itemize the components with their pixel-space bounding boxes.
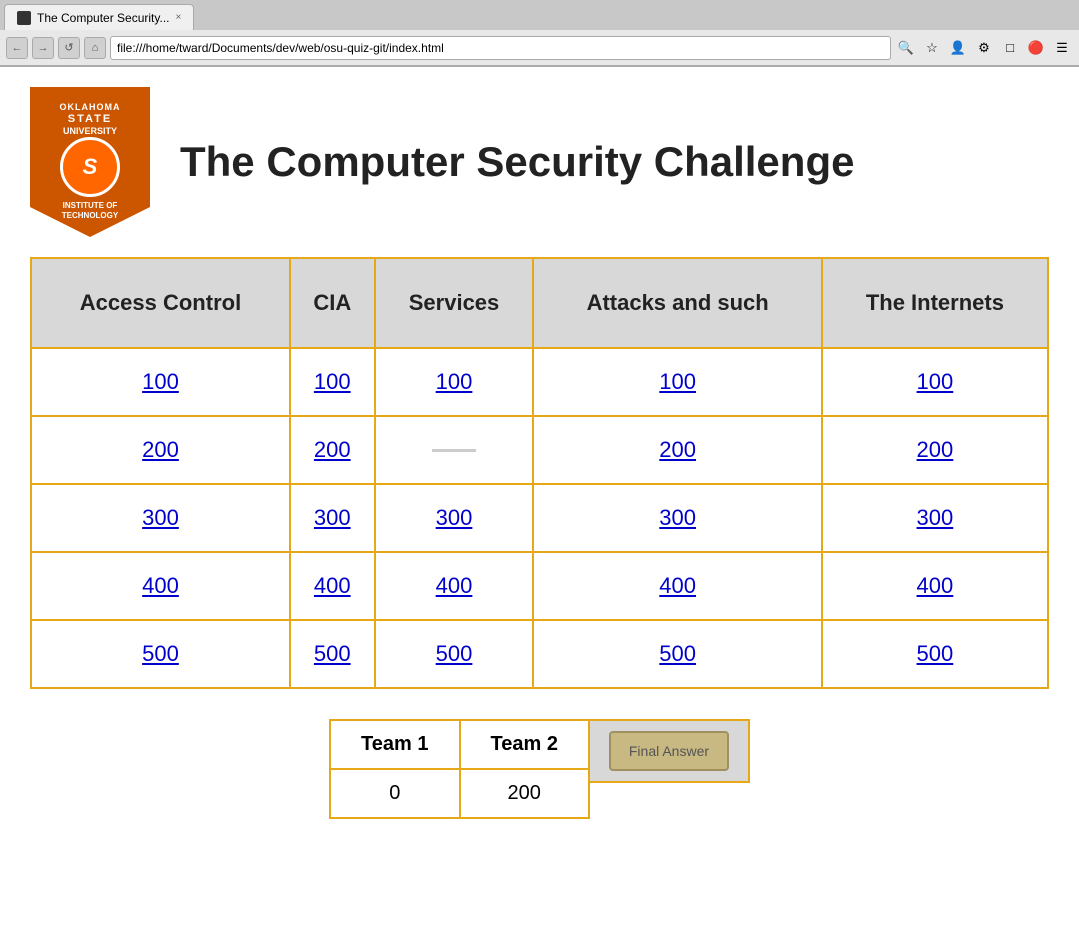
cell-link-r2-c3[interactable]: 300: [659, 505, 696, 530]
col-header-attacks: Attacks and such: [533, 258, 821, 348]
table-row: 100 100 100 100 100: [31, 348, 1048, 416]
header: OKLAHOMA STATE UNIVERSITY S Institute of…: [30, 87, 1049, 237]
col-header-services: Services: [375, 258, 534, 348]
logo-circle: S: [60, 137, 120, 197]
table-row: 400 400 400 400 400: [31, 552, 1048, 620]
table-cell-r1-c4: 200: [822, 416, 1048, 484]
team1-score: 0: [330, 769, 459, 818]
table-cell-r4-c4: 500: [822, 620, 1048, 688]
cell-link-r1-c0[interactable]: 200: [142, 437, 179, 462]
cell-link-r3-c4[interactable]: 400: [917, 573, 954, 598]
team2-header: Team 2: [460, 720, 589, 769]
table-cell-r4-c1: 500: [290, 620, 375, 688]
final-answer-button[interactable]: Final Answer: [609, 731, 729, 771]
cell-link-r0-c2[interactable]: 100: [436, 369, 473, 394]
table-row: 300 300 300 300 300: [31, 484, 1048, 552]
cell-link-r0-c4[interactable]: 100: [917, 369, 954, 394]
table-cell-r2-c1: 300: [290, 484, 375, 552]
cell-link-r3-c0[interactable]: 400: [142, 573, 179, 598]
table-cell-r2-c0: 300: [31, 484, 290, 552]
page-title: The Computer Security Challenge: [180, 138, 854, 186]
cell-link-r4-c1[interactable]: 500: [314, 641, 351, 666]
col-header-internets: The Internets: [822, 258, 1048, 348]
logo-bottom-text: Institute ofTechnology: [62, 201, 118, 222]
home-button[interactable]: ⌂: [84, 37, 106, 59]
tab-favicon: [17, 11, 31, 25]
table-cell-r2-c3: 300: [533, 484, 821, 552]
back-button[interactable]: ←: [6, 37, 28, 59]
logo-osu-text: OKLAHOMA STATE UNIVERSITY: [60, 102, 121, 137]
tab-title: The Computer Security...: [37, 11, 170, 25]
forward-button[interactable]: →: [32, 37, 54, 59]
score-section: Team 1 Team 2 0 200 Final Answer: [30, 719, 1049, 819]
table-cell-r0-c3: 100: [533, 348, 821, 416]
cell-link-r4-c3[interactable]: 500: [659, 641, 696, 666]
table-cell-r3-c2: 400: [375, 552, 534, 620]
tab-close-button[interactable]: ×: [176, 12, 182, 23]
settings-icon[interactable]: ⚙: [973, 37, 995, 59]
cell-link-r2-c0[interactable]: 300: [142, 505, 179, 530]
table-cell-r0-c4: 100: [822, 348, 1048, 416]
table-cell-r0-c0: 100: [31, 348, 290, 416]
active-tab[interactable]: The Computer Security... ×: [4, 4, 194, 30]
page-content: OKLAHOMA STATE UNIVERSITY S Institute of…: [0, 67, 1079, 937]
table-cell-r1-c0: 200: [31, 416, 290, 484]
table-cell-r4-c2: 500: [375, 620, 534, 688]
cell-link-r3-c2[interactable]: 400: [436, 573, 473, 598]
table-cell-r4-c0: 500: [31, 620, 290, 688]
cell-link-r2-c2[interactable]: 300: [436, 505, 473, 530]
table-cell-r4-c3: 500: [533, 620, 821, 688]
menu-icon[interactable]: ☰: [1051, 37, 1073, 59]
table-cell-r3-c0: 400: [31, 552, 290, 620]
final-answer-container: Final Answer: [590, 719, 750, 783]
tab-bar: The Computer Security... ×: [0, 0, 1079, 30]
cell-link-r0-c1[interactable]: 100: [314, 369, 351, 394]
cell-link-r0-c0[interactable]: 100: [142, 369, 179, 394]
bookmark-icon[interactable]: ☆: [921, 37, 943, 59]
table-cell-r2-c2: 300: [375, 484, 534, 552]
cell-link-r1-c1[interactable]: 200: [314, 437, 351, 462]
team2-score: 200: [460, 769, 589, 818]
table-cell-r3-c1: 400: [290, 552, 375, 620]
reload-button[interactable]: ↺: [58, 37, 80, 59]
addon-icon[interactable]: 🔴: [1025, 37, 1047, 59]
cell-link-r1-c3[interactable]: 200: [659, 437, 696, 462]
table-cell-r0-c2: 100: [375, 348, 534, 416]
table-cell-r1-c1: 200: [290, 416, 375, 484]
search-icon[interactable]: 🔍: [895, 37, 917, 59]
cell-disabled-r1-c2: ——: [432, 437, 476, 462]
col-header-access-control: Access Control: [31, 258, 290, 348]
cell-link-r3-c3[interactable]: 400: [659, 573, 696, 598]
table-cell-r2-c4: 300: [822, 484, 1048, 552]
windows-icon[interactable]: □: [999, 37, 1021, 59]
address-bar[interactable]: [110, 36, 891, 60]
table-cell-r0-c1: 100: [290, 348, 375, 416]
cell-link-r2-c4[interactable]: 300: [917, 505, 954, 530]
table-cell-r3-c3: 400: [533, 552, 821, 620]
col-header-cia: CIA: [290, 258, 375, 348]
nav-icons: 🔍 ☆ 👤 ⚙ □ 🔴 ☰: [895, 37, 1073, 59]
table-row: 500 500 500 500 500: [31, 620, 1048, 688]
cell-link-r4-c0[interactable]: 500: [142, 641, 179, 666]
cell-link-r2-c1[interactable]: 300: [314, 505, 351, 530]
jeopardy-table: Access Control CIA Services Attacks and …: [30, 257, 1049, 689]
score-table: Team 1 Team 2 0 200: [329, 719, 590, 819]
table-row: 200 200 —— 200 200: [31, 416, 1048, 484]
team1-header: Team 1: [330, 720, 459, 769]
browser-chrome: The Computer Security... × ← → ↺ ⌂ 🔍 ☆ 👤…: [0, 0, 1079, 67]
cell-link-r3-c1[interactable]: 400: [314, 573, 351, 598]
profile-icon[interactable]: 👤: [947, 37, 969, 59]
table-cell-r3-c4: 400: [822, 552, 1048, 620]
nav-bar: ← → ↺ ⌂ 🔍 ☆ 👤 ⚙ □ 🔴 ☰: [0, 30, 1079, 66]
cell-link-r1-c4[interactable]: 200: [917, 437, 954, 462]
logo: OKLAHOMA STATE UNIVERSITY S Institute of…: [30, 87, 150, 237]
table-cell-r1-c3: 200: [533, 416, 821, 484]
table-header-row: Access Control CIA Services Attacks and …: [31, 258, 1048, 348]
cell-link-r0-c3[interactable]: 100: [659, 369, 696, 394]
table-cell-r1-c2: ——: [375, 416, 534, 484]
cell-link-r4-c2[interactable]: 500: [436, 641, 473, 666]
cell-link-r4-c4[interactable]: 500: [917, 641, 954, 666]
